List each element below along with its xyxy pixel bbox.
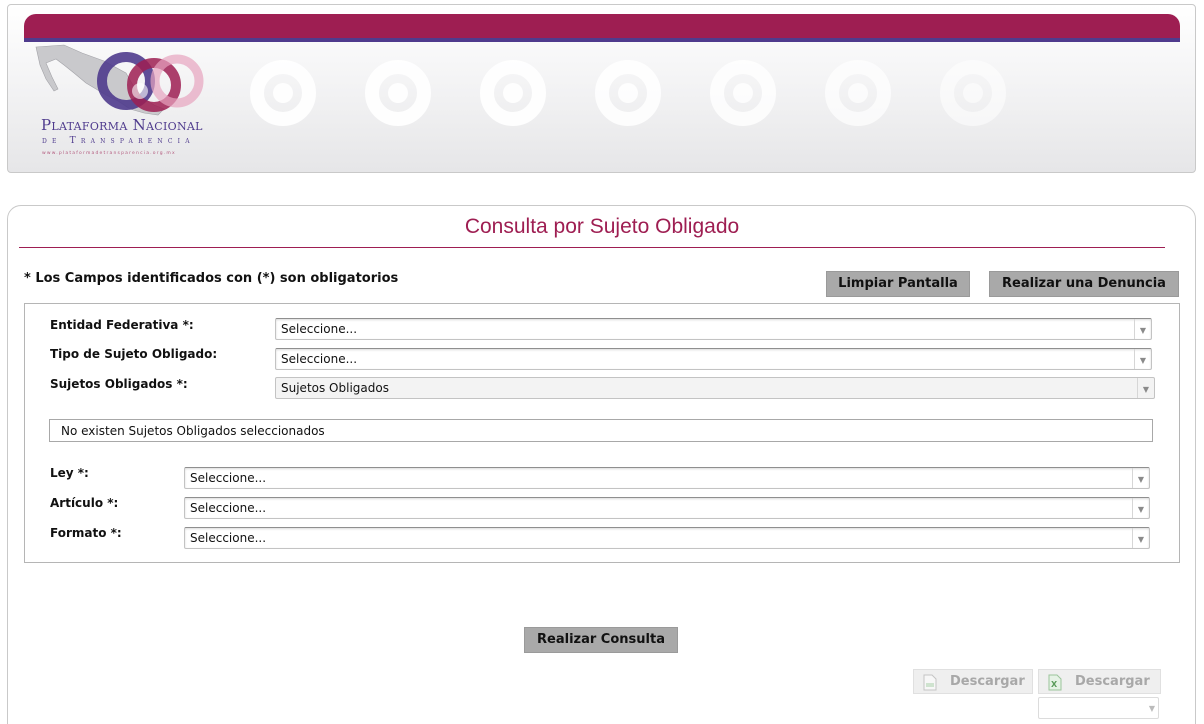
tipo-sujeto-label: Tipo de Sujeto Obligado: xyxy=(50,347,218,361)
ley-select[interactable]: Seleccione... ▼ xyxy=(184,467,1150,489)
download-pdf-label: Descargar xyxy=(950,674,1025,689)
chevron-down-icon: ▼ xyxy=(1132,468,1149,488)
download-excel-button[interactable]: X Descargar xyxy=(1038,669,1161,694)
file-complaint-button[interactable]: Realizar una Denuncia xyxy=(989,271,1179,297)
logo-title: Plataforma Nacional xyxy=(41,116,203,134)
selected-sujetos-list: No existen Sujetos Obligados seleccionad… xyxy=(49,419,1153,442)
watermark-swirl-icon xyxy=(250,60,316,126)
watermark-swirl-icon xyxy=(940,60,1006,126)
chevron-down-icon: ▼ xyxy=(1134,349,1151,369)
watermark-swirl-icon xyxy=(710,60,776,126)
sujetos-label: Sujetos Obligados *: xyxy=(50,377,188,391)
sujetos-value: Sujetos Obligados xyxy=(281,381,389,395)
ley-label: Ley *: xyxy=(50,466,89,480)
chevron-down-icon: ▼ xyxy=(1134,319,1151,339)
formato-select[interactable]: Seleccione... ▼ xyxy=(184,527,1150,549)
entidad-label: Entidad Federativa *: xyxy=(50,318,194,332)
header-bar xyxy=(24,14,1180,42)
header-watermark xyxy=(233,45,1133,145)
chevron-down-icon: ▼ xyxy=(1137,378,1154,398)
document-icon xyxy=(923,674,937,691)
articulo-select[interactable]: Seleccione... ▼ xyxy=(184,497,1150,519)
articulo-value: Seleccione... xyxy=(190,501,267,515)
excel-icon: X xyxy=(1048,674,1062,691)
run-query-button[interactable]: Realizar Consulta xyxy=(524,627,678,653)
watermark-swirl-icon xyxy=(480,60,546,126)
download-format-select[interactable]: ▼ xyxy=(1038,697,1159,719)
formato-value: Seleccione... xyxy=(190,531,267,545)
site-header: Plataforma Nacional de Transparencia www… xyxy=(7,4,1196,173)
logo-url: www.plataformadetransparencia.org.mx xyxy=(42,151,176,156)
clear-screen-button[interactable]: Limpiar Pantalla xyxy=(826,271,970,297)
watermark-swirl-icon xyxy=(825,60,891,126)
entidad-value: Seleccione... xyxy=(281,322,358,336)
tipo-sujeto-value: Seleccione... xyxy=(281,352,358,366)
formato-label: Formato *: xyxy=(50,526,122,540)
page-title: Consulta por Sujeto Obligado xyxy=(464,215,740,238)
chevron-down-icon: ▼ xyxy=(1148,704,1155,713)
chevron-down-icon: ▼ xyxy=(1132,528,1149,548)
download-pdf-button[interactable]: Descargar xyxy=(913,669,1033,694)
entidad-select[interactable]: Seleccione... ▼ xyxy=(275,318,1152,340)
articulo-label: Artículo *: xyxy=(50,496,119,510)
logo-subtitle: de Transparencia xyxy=(42,136,195,146)
sujetos-select[interactable]: Sujetos Obligados ▼ xyxy=(275,377,1155,399)
tipo-sujeto-select[interactable]: Seleccione... ▼ xyxy=(275,348,1152,370)
watermark-swirl-icon xyxy=(595,60,661,126)
watermark-swirl-icon xyxy=(365,60,431,126)
required-fields-note: * Los Campos identificados con (*) son o… xyxy=(24,271,399,286)
title-divider xyxy=(19,247,1165,248)
ley-value: Seleccione... xyxy=(190,471,267,485)
svg-text:X: X xyxy=(1051,680,1058,689)
chevron-down-icon: ▼ xyxy=(1132,498,1149,518)
download-excel-label: Descargar xyxy=(1075,674,1150,689)
